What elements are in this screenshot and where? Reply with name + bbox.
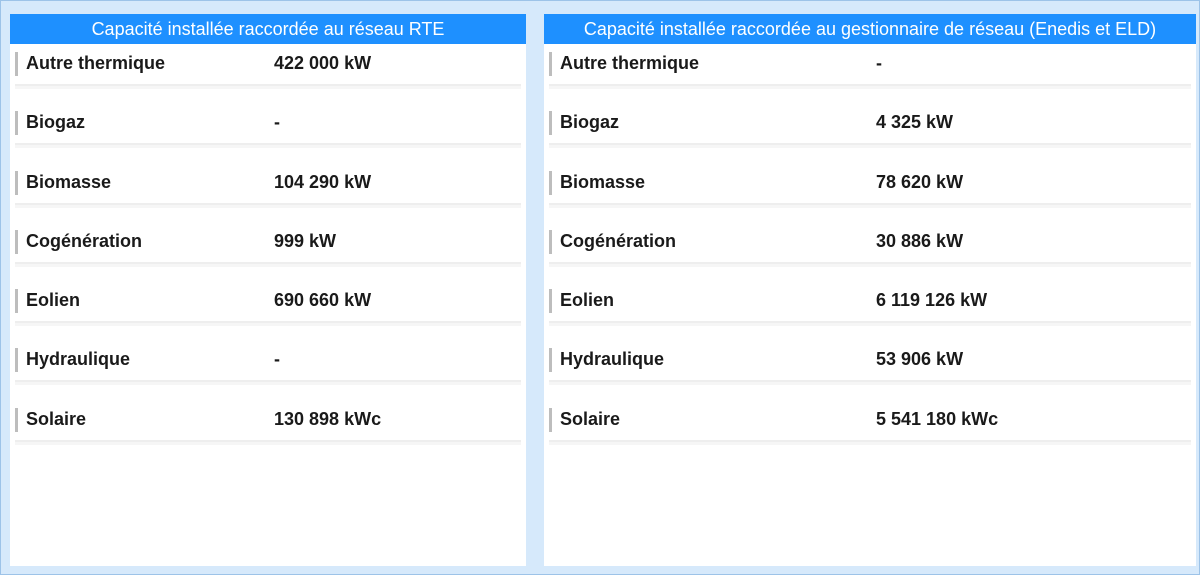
table-row[interactable]: Biomasse 104 290 kW [15, 166, 521, 205]
row-label: Cogénération [26, 230, 143, 251]
row-value: 30 886 kW [876, 230, 964, 251]
row-label: Autre thermique [26, 53, 166, 73]
table-row[interactable]: Biogaz 4 325 kW [549, 106, 1191, 146]
table-row[interactable]: Autre thermique 422 000 kW [15, 47, 521, 86]
row-label: Solaire [560, 408, 621, 429]
table-row[interactable]: Hydraulique 53 906 kW [549, 343, 1191, 383]
table-row[interactable]: Solaire 130 898 kWc [15, 403, 521, 442]
grid-operator-capacity-panel: Capacité installée raccordée au gestionn… [544, 14, 1196, 566]
row-label: Hydraulique [26, 349, 131, 370]
row-label: Biomasse [26, 171, 112, 192]
table-row[interactable]: Eolien 6 119 126 kW [549, 284, 1191, 324]
row-value: 422 000 kW [274, 53, 372, 73]
row-marker [15, 111, 18, 136]
row-value: 4 325 kW [876, 112, 954, 133]
row-value: 690 660 kW [274, 290, 372, 311]
row-value: 5 541 180 kWc [876, 408, 999, 429]
table-row[interactable]: Autre thermique - [549, 47, 1191, 86]
row-value: 104 290 kW [274, 171, 372, 192]
row-marker [549, 407, 552, 432]
row-marker [15, 348, 18, 373]
row-marker [549, 229, 552, 254]
row-label: Biogaz [26, 112, 86, 133]
row-value: 999 kW [274, 230, 337, 251]
rte-capacity-panel: Capacité installée raccordée au réseau R… [10, 14, 526, 566]
table-row[interactable]: Solaire 5 541 180 kWc [549, 403, 1191, 442]
panel-title: Capacité installée raccordée au gestionn… [544, 14, 1196, 44]
row-marker [549, 111, 552, 136]
row-marker [549, 170, 552, 195]
panel-title: Capacité installée raccordée au réseau R… [10, 14, 526, 44]
row-value: 53 906 kW [876, 349, 964, 370]
row-value: - [274, 112, 280, 133]
row-marker [549, 289, 552, 314]
table-row[interactable]: Cogénération 999 kW [15, 225, 521, 264]
row-label: Biogaz [560, 112, 620, 133]
row-marker [549, 348, 552, 373]
row-label: Eolien [560, 290, 615, 311]
table-row[interactable]: Hydraulique - [15, 343, 521, 383]
row-value: 130 898 kWc [274, 408, 382, 429]
row-label: Solaire [26, 408, 87, 429]
row-label: Biomasse [560, 171, 646, 192]
row-marker [15, 52, 18, 76]
row-value: - [274, 349, 280, 370]
table-row[interactable]: Biogaz - [15, 106, 521, 146]
row-marker [15, 229, 18, 254]
row-marker [15, 170, 18, 195]
row-label: Autre thermique [560, 53, 700, 73]
row-marker [549, 52, 552, 76]
row-label: Eolien [26, 290, 81, 311]
row-label: Hydraulique [560, 349, 665, 370]
row-marker [15, 407, 18, 432]
row-marker [15, 289, 18, 314]
table-row[interactable]: Biomasse 78 620 kW [549, 166, 1191, 205]
row-value: 78 620 kW [876, 171, 964, 192]
table-row[interactable]: Eolien 690 660 kW [15, 284, 521, 324]
row-label: Cogénération [560, 230, 677, 251]
row-value: - [876, 53, 882, 73]
table-row[interactable]: Cogénération 30 886 kW [549, 225, 1191, 264]
row-value: 6 119 126 kW [876, 290, 988, 311]
